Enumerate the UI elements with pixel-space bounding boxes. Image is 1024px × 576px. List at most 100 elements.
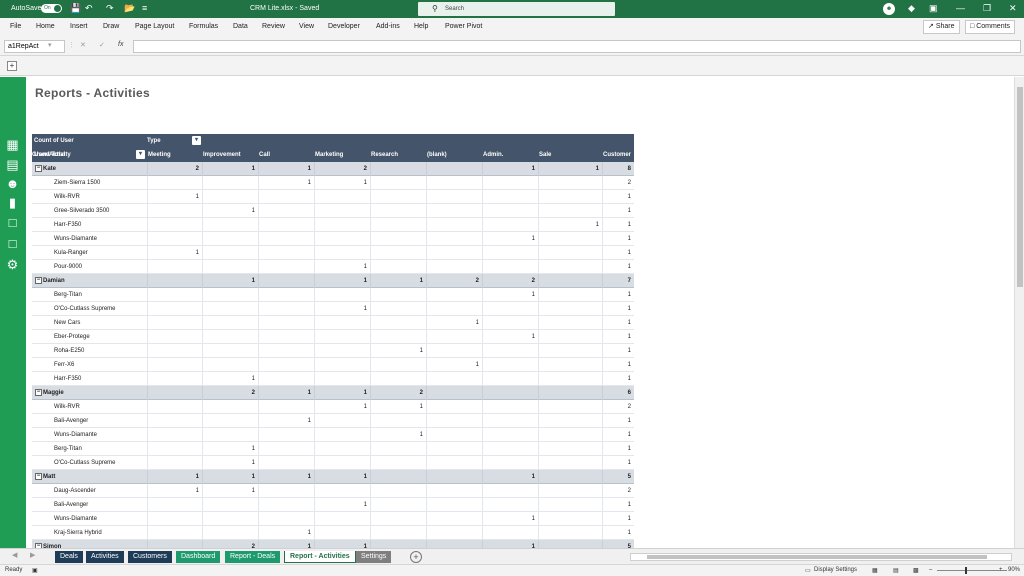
table-row[interactable]: Daug-Ascender 1 1 2 — [32, 484, 634, 498]
value-cell[interactable] — [314, 414, 370, 428]
value-cell[interactable]: 1 — [202, 274, 258, 288]
value-cell[interactable] — [538, 316, 602, 330]
value-cell[interactable] — [370, 204, 426, 218]
value-cell[interactable]: 1 — [147, 470, 202, 484]
value-cell[interactable] — [538, 190, 602, 204]
table-row[interactable]: Eber-Protege 1 1 — [32, 330, 634, 344]
menu-insert[interactable]: Insert — [70, 23, 88, 30]
table-row[interactable]: Bali-Avenger 1 1 — [32, 498, 634, 512]
value-cell[interactable]: 1 — [370, 428, 426, 442]
value-cell[interactable]: 1 — [602, 358, 634, 372]
value-cell[interactable]: 1 — [314, 274, 370, 288]
value-cell[interactable]: 2 — [147, 162, 202, 176]
value-cell[interactable] — [538, 414, 602, 428]
value-cell[interactable]: 1 — [202, 162, 258, 176]
value-cell[interactable] — [314, 484, 370, 498]
value-cell[interactable]: 1 — [602, 316, 634, 330]
value-cell[interactable]: 1 — [602, 344, 634, 358]
value-cell[interactable] — [370, 246, 426, 260]
value-cell[interactable] — [538, 428, 602, 442]
search-box[interactable]: ⚲ Search — [418, 2, 615, 16]
share-button[interactable]: ↗ Share — [923, 20, 960, 34]
value-cell[interactable] — [147, 344, 202, 358]
value-cell[interactable] — [258, 428, 314, 442]
value-cell[interactable]: 1 — [258, 540, 314, 548]
value-cell[interactable]: 5 — [602, 540, 634, 548]
close-icon[interactable]: ✕ — [1009, 3, 1017, 14]
value-cell[interactable] — [202, 344, 258, 358]
value-cell[interactable] — [147, 386, 202, 400]
value-cell[interactable]: 1 — [314, 470, 370, 484]
value-cell[interactable]: 1 — [538, 162, 602, 176]
normal-view-icon[interactable]: ▦ — [872, 567, 878, 574]
value-cell[interactable] — [426, 386, 482, 400]
value-cell[interactable] — [482, 372, 538, 386]
value-cell[interactable] — [426, 246, 482, 260]
menu-add-ins[interactable]: Add-ins — [376, 23, 400, 30]
value-cell[interactable]: 6 — [602, 386, 634, 400]
value-cell[interactable] — [147, 176, 202, 190]
value-cell[interactable] — [258, 190, 314, 204]
value-cell[interactable] — [482, 344, 538, 358]
value-cell[interactable] — [314, 428, 370, 442]
table-row[interactable]: Wuns-Diamante 1 1 — [32, 428, 634, 442]
value-cell[interactable] — [538, 526, 602, 540]
value-cell[interactable]: 1 — [258, 162, 314, 176]
value-cell[interactable] — [147, 526, 202, 540]
table-row[interactable]: Wuns-Diamante 1 1 — [32, 512, 634, 526]
value-cell[interactable] — [370, 484, 426, 498]
horizontal-scrollbar[interactable] — [630, 553, 1012, 561]
value-cell[interactable] — [538, 232, 602, 246]
value-cell[interactable] — [147, 456, 202, 470]
value-cell[interactable]: 1 — [426, 316, 482, 330]
value-cell[interactable] — [202, 330, 258, 344]
value-cell[interactable] — [147, 512, 202, 526]
value-cell[interactable]: 1 — [602, 204, 634, 218]
value-cell[interactable] — [370, 190, 426, 204]
value-cell[interactable]: 1 — [482, 540, 538, 548]
value-cell[interactable] — [258, 302, 314, 316]
tab-report-activities[interactable]: Report - Activities — [284, 551, 356, 563]
value-cell[interactable] — [314, 218, 370, 232]
zoom-slider-thumb[interactable] — [965, 567, 967, 574]
value-cell[interactable] — [538, 274, 602, 288]
value-cell[interactable]: 2 — [482, 274, 538, 288]
value-cell[interactable] — [538, 260, 602, 274]
tab-scroll-right-icon[interactable]: ▶ — [30, 551, 35, 559]
value-cell[interactable]: 2 — [202, 540, 258, 548]
value-cell[interactable] — [314, 288, 370, 302]
tab-activities[interactable]: Activities — [86, 551, 124, 563]
value-cell[interactable]: 1 — [602, 526, 634, 540]
value-cell[interactable] — [258, 344, 314, 358]
value-cell[interactable] — [314, 442, 370, 456]
value-cell[interactable] — [426, 428, 482, 442]
value-cell[interactable] — [370, 232, 426, 246]
value-cell[interactable]: 1 — [202, 456, 258, 470]
value-cell[interactable]: 1 — [482, 470, 538, 484]
clipboard-icon[interactable]: ▤ — [4, 157, 21, 172]
comments-button[interactable]: □ Comments — [965, 20, 1016, 34]
value-cell[interactable] — [314, 204, 370, 218]
report-deals-icon[interactable]: □ — [4, 215, 21, 230]
insert-function-icon[interactable]: fx — [118, 41, 123, 48]
restore-icon[interactable]: ❐ — [983, 3, 991, 14]
value-cell[interactable] — [258, 218, 314, 232]
table-row[interactable]: Ziem-Sierra 1500 1 1 2 — [32, 176, 634, 190]
value-cell[interactable]: 1 — [482, 288, 538, 302]
value-cell[interactable] — [426, 456, 482, 470]
value-cell[interactable] — [147, 302, 202, 316]
tab-report-deals[interactable]: Report - Deals — [225, 551, 281, 563]
tab-customers[interactable]: Customers — [128, 551, 172, 563]
value-cell[interactable]: 1 — [602, 218, 634, 232]
zoom-level[interactable]: 90% — [1008, 567, 1020, 573]
expand-outline-button[interactable]: + — [7, 61, 17, 71]
value-cell[interactable] — [314, 246, 370, 260]
value-cell[interactable] — [202, 260, 258, 274]
value-cell[interactable] — [258, 442, 314, 456]
value-cell[interactable] — [538, 498, 602, 512]
value-cell[interactable]: 1 — [370, 344, 426, 358]
formula-input[interactable] — [133, 40, 1021, 53]
value-cell[interactable]: 2 — [370, 386, 426, 400]
value-cell[interactable] — [147, 330, 202, 344]
value-cell[interactable] — [258, 288, 314, 302]
